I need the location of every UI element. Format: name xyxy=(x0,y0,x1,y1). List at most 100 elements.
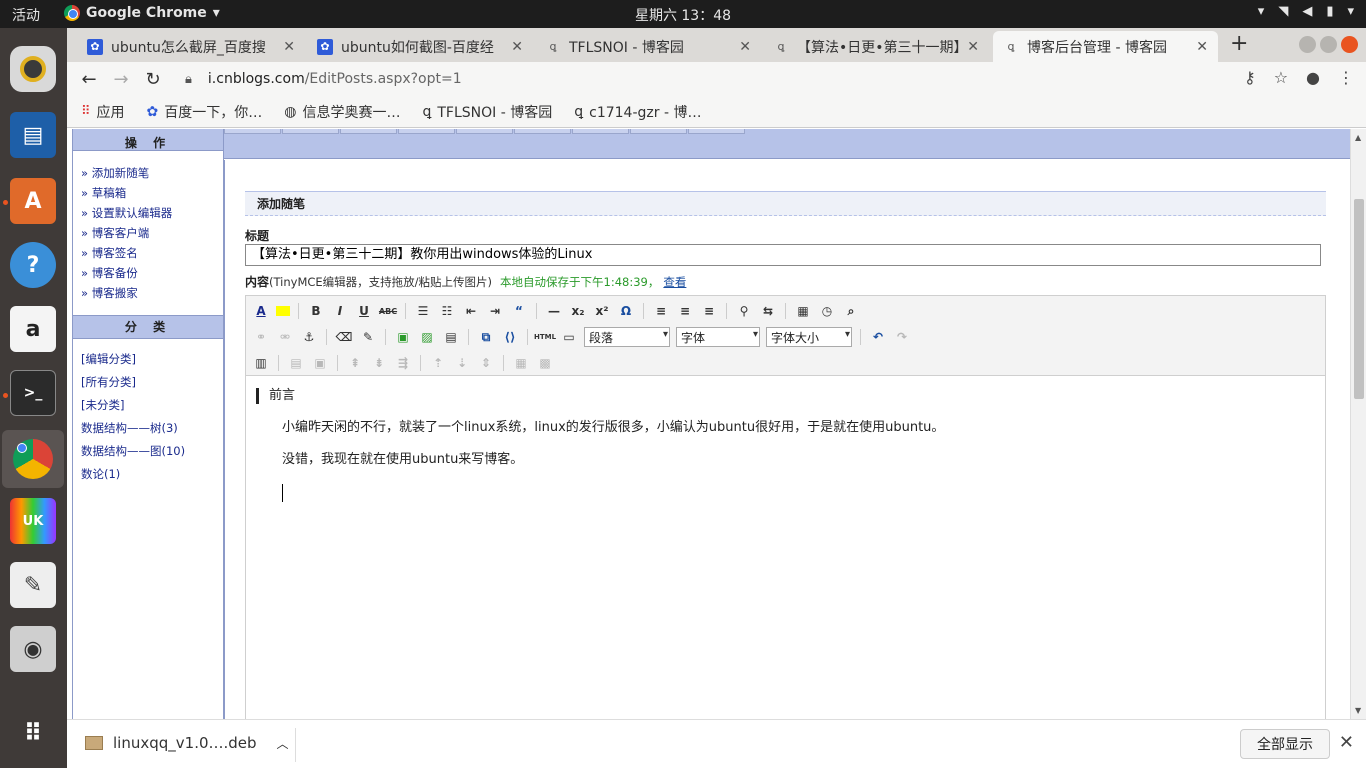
close-icon[interactable]: ✕ xyxy=(739,39,751,55)
software-center-icon[interactable]: A xyxy=(10,178,56,224)
table-row-icon[interactable]: ▤ xyxy=(287,354,305,372)
bookmark-apps[interactable]: ⠿ 应用 xyxy=(81,102,125,122)
link-icon[interactable]: ⚭ xyxy=(252,328,270,346)
nav-tab[interactable] xyxy=(572,129,629,134)
nav-tab[interactable] xyxy=(688,129,745,134)
merge-cells-icon[interactable]: ▩ xyxy=(536,354,554,372)
nav-tab[interactable] xyxy=(630,129,687,134)
anchor-icon[interactable]: ⚓ xyxy=(300,328,318,346)
chrome-dock-icon[interactable] xyxy=(2,430,64,488)
media-icon[interactable]: ▤ xyxy=(442,328,460,346)
bookmark-oi[interactable]: ◍ 信息学奥赛一… xyxy=(284,102,400,122)
maximize-icon[interactable] xyxy=(1320,36,1337,53)
code-icon[interactable]: ⧉ xyxy=(477,328,495,346)
scroll-down-icon[interactable]: ▼ xyxy=(1355,706,1361,715)
font-color-icon[interactable]: A xyxy=(252,302,270,320)
ops-link[interactable]: » 草稿箱 xyxy=(81,185,223,205)
category-link[interactable]: 数论(1) xyxy=(81,466,223,489)
bookmark-baidu[interactable]: ✿ 百度一下，你… xyxy=(147,102,263,122)
show-apps-icon[interactable]: ⠿ xyxy=(10,710,56,756)
indent-icon[interactable]: ⇥ xyxy=(486,302,504,320)
nav-tab[interactable] xyxy=(456,129,513,134)
chevron-up-icon[interactable]: ︿ xyxy=(277,735,289,752)
category-link[interactable]: [所有分类] xyxy=(81,374,223,397)
category-link[interactable]: 数据结构——图(10) xyxy=(81,443,223,466)
edit-table-icon[interactable]: ▥ xyxy=(252,354,270,372)
blockquote-icon[interactable]: “ xyxy=(510,302,528,320)
font-select[interactable]: 字体 xyxy=(676,327,760,347)
time-icon[interactable]: ◷ xyxy=(818,302,836,320)
eraser-icon[interactable]: ⌫ xyxy=(335,328,353,346)
tab-1[interactable]: ✿ ubuntu如何截图-百度经 ✕ xyxy=(307,31,533,62)
image-upload-icon[interactable]: ▨ xyxy=(418,328,436,346)
close-icon[interactable]: ✕ xyxy=(283,39,295,55)
format-select[interactable]: 段落 xyxy=(584,327,670,347)
screenshot-icon[interactable]: ◉ xyxy=(10,626,56,672)
strikethrough-icon[interactable]: ABC xyxy=(379,302,397,320)
special-char-icon[interactable]: Ω xyxy=(617,302,635,320)
app-menu[interactable]: Google Chrome ▾ xyxy=(64,5,220,21)
bullet-list-icon[interactable]: ☰ xyxy=(414,302,432,320)
fullscreen-icon[interactable]: ▭ xyxy=(560,328,578,346)
category-link[interactable]: [未分类] xyxy=(81,397,223,420)
rhythmbox-icon[interactable] xyxy=(10,46,56,92)
nav-tab[interactable] xyxy=(514,129,571,134)
chevron-down-icon[interactable]: ▾ xyxy=(1258,4,1265,19)
scroll-thumb[interactable] xyxy=(1354,199,1364,399)
menu-icon[interactable]: ⋮ xyxy=(1338,68,1354,87)
ops-link[interactable]: » 博客搬家 xyxy=(81,285,223,305)
ops-link[interactable]: » 设置默认编辑器 xyxy=(81,205,223,225)
profile-icon[interactable]: ● xyxy=(1306,68,1320,87)
window-close-icon[interactable] xyxy=(1341,36,1358,53)
table-icon[interactable]: ▦ xyxy=(794,302,812,320)
close-icon[interactable]: ✕ xyxy=(511,39,523,55)
bookmark-c1714[interactable]: ꝗ c1714-gzr - 博… xyxy=(574,102,701,122)
libreoffice-writer-icon[interactable]: ▤ xyxy=(10,112,56,158)
find-icon[interactable]: ⚲ xyxy=(735,302,753,320)
unlink-icon[interactable]: ⚮ xyxy=(276,328,294,346)
html-icon[interactable]: HTML xyxy=(534,328,556,346)
view-autosave-link[interactable]: 查看 xyxy=(663,275,686,289)
post-title-input[interactable]: 【算法•日更•第三十二期】教你用出windows体验的Linux xyxy=(245,244,1321,266)
embed-icon[interactable]: ⟨⟩ xyxy=(501,328,519,346)
col-after-icon[interactable]: ⇣ xyxy=(453,354,471,372)
key-icon[interactable]: ⚷ xyxy=(1244,68,1256,87)
insert-image-icon[interactable]: ▣ xyxy=(394,328,412,346)
bookmark-tflsnoi[interactable]: ꝗ TFLSNOI - 博客园 xyxy=(422,102,552,122)
minimize-icon[interactable] xyxy=(1299,36,1316,53)
tab-2[interactable]: ꝗ TFLSNOI - 博客园 ✕ xyxy=(535,31,761,62)
download-item[interactable]: linuxqq_v1.0….deb ︿ xyxy=(85,734,289,752)
preview-icon[interactable]: ⌕ xyxy=(842,302,860,320)
tab-0[interactable]: ✿ ubuntu怎么截屏_百度搜 ✕ xyxy=(77,31,305,62)
reload-icon[interactable]: ↻ xyxy=(137,69,169,90)
row-before-icon[interactable]: ⇞ xyxy=(346,354,364,372)
align-left-icon[interactable]: ≡ xyxy=(652,302,670,320)
tab-3[interactable]: ꝗ 【算法•日更•第三十一期】 ✕ xyxy=(763,31,989,62)
italic-icon[interactable]: I xyxy=(331,302,349,320)
undo-icon[interactable]: ↶ xyxy=(869,328,887,346)
nav-tab[interactable] xyxy=(340,129,397,134)
text-editor-icon[interactable]: ✎ xyxy=(10,562,56,608)
subscript-icon[interactable]: x₂ xyxy=(569,302,587,320)
back-icon[interactable]: ← xyxy=(73,69,105,90)
help-icon[interactable]: ? xyxy=(10,242,56,288)
activities-button[interactable]: 活动 xyxy=(12,5,40,25)
new-tab-icon[interactable]: + xyxy=(1230,31,1248,56)
highlight-icon[interactable] xyxy=(276,306,290,316)
superscript-icon[interactable]: x² xyxy=(593,302,611,320)
ops-link[interactable]: » 添加新随笔 xyxy=(81,165,223,185)
close-icon[interactable]: ✕ xyxy=(967,39,979,55)
redo-icon[interactable]: ↷ xyxy=(893,328,911,346)
page-scrollbar[interactable]: ▲ ▼ xyxy=(1350,129,1366,719)
align-center-icon[interactable]: ≡ xyxy=(676,302,694,320)
tab-4[interactable]: ꝗ 博客后台管理 - 博客园 ✕ xyxy=(993,31,1218,62)
horizontal-rule-icon[interactable]: — xyxy=(545,302,563,320)
table-cell-icon[interactable]: ▣ xyxy=(311,354,329,372)
forward-icon[interactable]: → xyxy=(105,69,137,90)
show-all-button[interactable]: 全部显示 xyxy=(1240,729,1330,759)
col-before-icon[interactable]: ⇡ xyxy=(429,354,447,372)
nav-tab[interactable] xyxy=(282,129,339,134)
star-icon[interactable]: ☆ xyxy=(1274,68,1288,87)
ops-link[interactable]: » 博客备份 xyxy=(81,265,223,285)
align-right-icon[interactable]: ≡ xyxy=(700,302,718,320)
